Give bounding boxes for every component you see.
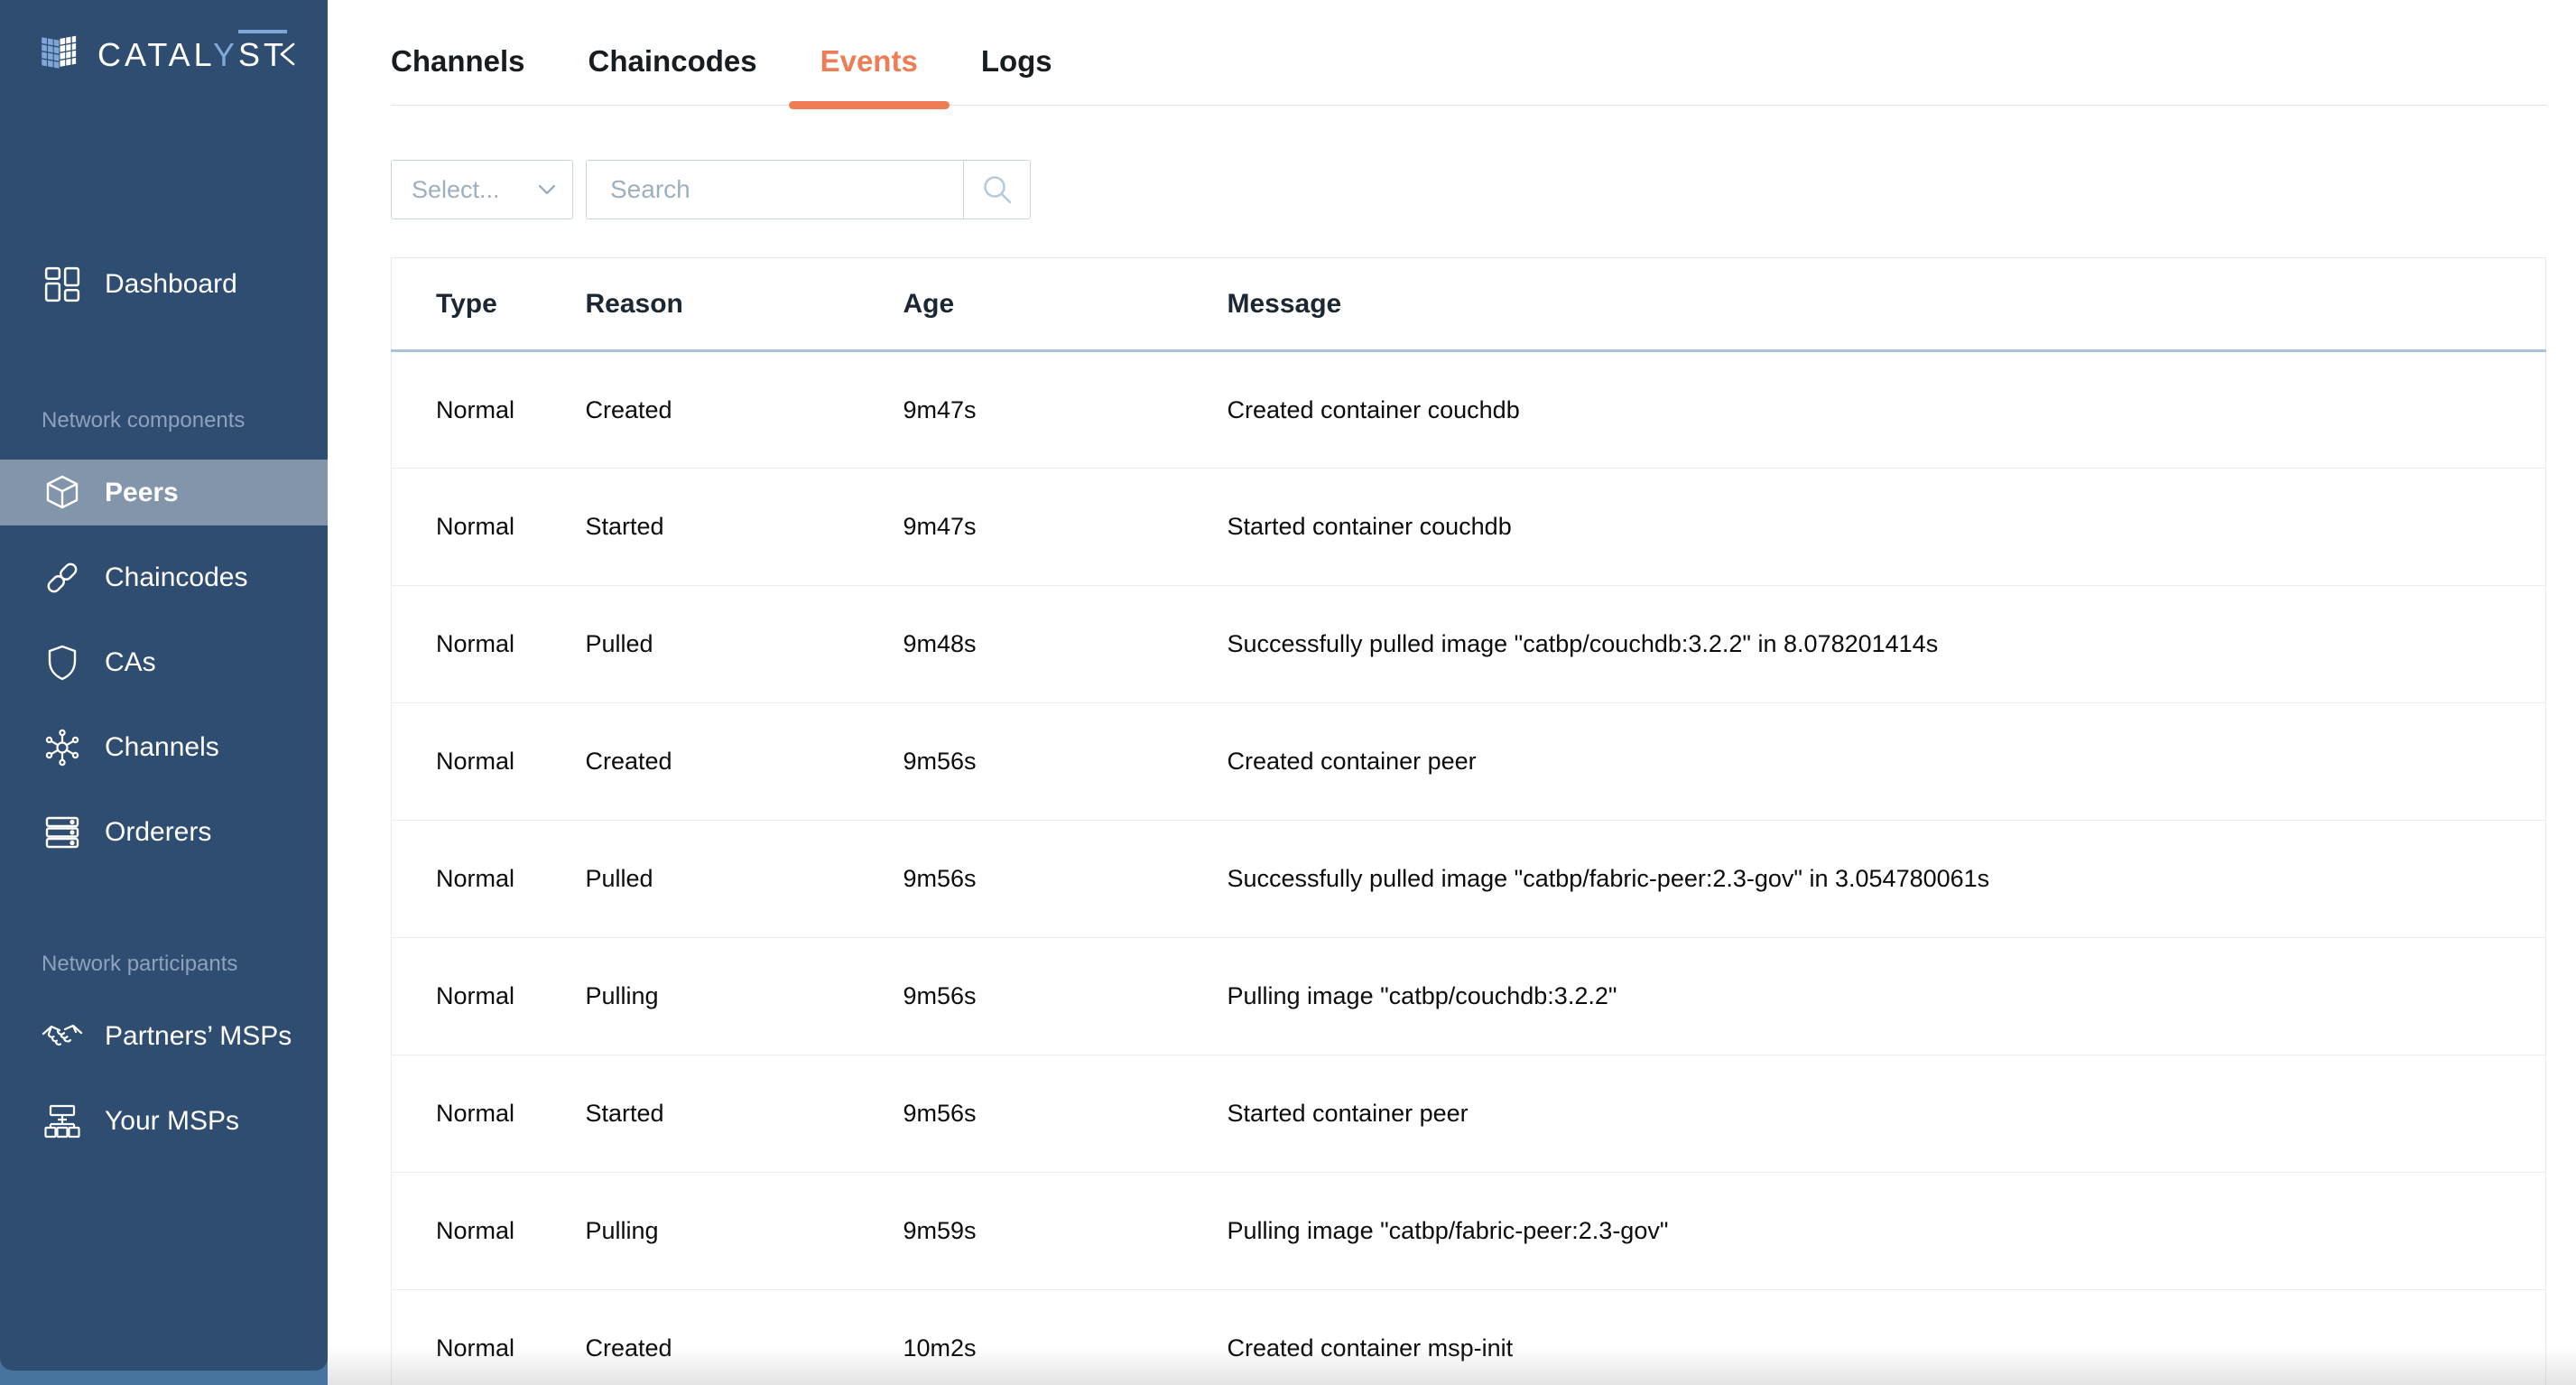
sidebar-item-your-msps[interactable]: Your MSPs bbox=[0, 1088, 328, 1154]
table-row: Normal Pulled 9m56s Successfully pulled … bbox=[391, 820, 2546, 938]
cell-type: Normal bbox=[391, 585, 542, 703]
cell-message: Pulling image "catbp/couchdb:3.2.2" bbox=[1182, 937, 2546, 1055]
cell-reason: Pulled bbox=[541, 820, 859, 938]
dashboard-icon bbox=[42, 264, 83, 305]
tab-events[interactable]: Events bbox=[788, 42, 950, 109]
sidebar-item-peers[interactable]: Peers bbox=[0, 460, 328, 525]
shield-icon bbox=[42, 642, 83, 683]
sidebar-item-label: Channels bbox=[105, 731, 219, 762]
chevron-down-icon bbox=[538, 184, 556, 196]
cell-age: 9m48s bbox=[858, 585, 1183, 703]
column-header-age: Age bbox=[858, 257, 1183, 352]
table-row: Normal Started 9m56s Started container p… bbox=[391, 1055, 2546, 1173]
cell-age: 10m2s bbox=[858, 1289, 1183, 1385]
sidebar-panel: CATALYST Dashboard Network components Pe… bbox=[0, 0, 328, 1371]
sidebar-item-label: Orderers bbox=[105, 816, 212, 847]
column-header-type: Type bbox=[391, 257, 542, 352]
cell-type: Normal bbox=[391, 1289, 542, 1385]
sidebar-collapse-button[interactable] bbox=[272, 36, 304, 72]
cell-age: 9m56s bbox=[858, 702, 1183, 821]
sidebar-item-label: Peers bbox=[105, 477, 179, 507]
cell-reason: Started bbox=[541, 468, 859, 586]
tab-logs[interactable]: Logs bbox=[981, 42, 1052, 105]
cube-icon bbox=[42, 472, 83, 514]
select-placeholder: Select... bbox=[412, 175, 500, 203]
sidebar-item-partners-msps[interactable]: Partners’ MSPs bbox=[0, 1003, 328, 1069]
cube-grid-logo-icon bbox=[38, 31, 83, 79]
sidebar-section-network-components: Network components bbox=[42, 408, 246, 432]
cell-age: 9m47s bbox=[858, 468, 1183, 586]
chevron-left-icon bbox=[276, 39, 300, 70]
cell-message: Pulling image "catbp/fabric-peer:2.3-gov… bbox=[1182, 1172, 2546, 1290]
column-header-message: Message bbox=[1182, 257, 2546, 352]
tab-channels[interactable]: Channels bbox=[391, 42, 525, 105]
sidebar-item-orderers[interactable]: Orderers bbox=[0, 799, 328, 865]
sidebar: CATALYST Dashboard Network components Pe… bbox=[0, 0, 328, 1385]
events-table: Type Reason Age Message Normal Created 9… bbox=[391, 257, 2546, 1385]
sidebar-item-label: CAs bbox=[105, 646, 156, 677]
sidebar-item-label: Partners’ MSPs bbox=[105, 1020, 292, 1051]
type-select[interactable]: Select... bbox=[391, 160, 573, 219]
sidebar-section-network-participants: Network participants bbox=[42, 952, 238, 976]
table-header-row: Type Reason Age Message bbox=[391, 257, 2546, 352]
sidebar-item-label: Your MSPs bbox=[105, 1105, 239, 1136]
sidebar-item-cas[interactable]: CAs bbox=[0, 629, 328, 695]
cell-reason: Pulled bbox=[541, 585, 859, 703]
cell-message: Created container couchdb bbox=[1182, 350, 2546, 469]
search-icon bbox=[981, 173, 1014, 206]
search-box bbox=[586, 160, 1031, 219]
sidebar-item-dashboard[interactable]: Dashboard bbox=[0, 251, 328, 317]
cell-age: 9m56s bbox=[858, 937, 1183, 1055]
cell-message: Started container peer bbox=[1182, 1055, 2546, 1173]
cell-reason: Created bbox=[541, 1289, 859, 1385]
cell-message: Created container peer bbox=[1182, 702, 2546, 821]
main-content: Channels Chaincodes Events Logs Select..… bbox=[328, 0, 2576, 1385]
cell-reason: Created bbox=[541, 702, 859, 821]
cell-message: Created container msp-init bbox=[1182, 1289, 2546, 1385]
cell-reason: Started bbox=[541, 1055, 859, 1173]
cell-age: 9m47s bbox=[858, 350, 1183, 469]
sidebar-item-label: Dashboard bbox=[105, 268, 237, 299]
table-row: Normal Pulling 9m59s Pulling image "catb… bbox=[391, 1172, 2546, 1290]
sidebar-item-label: Chaincodes bbox=[105, 562, 248, 592]
sidebar-item-channels[interactable]: Channels bbox=[0, 714, 328, 780]
table-row: Normal Created 9m47s Created container c… bbox=[391, 350, 2546, 469]
org-chart-icon bbox=[42, 1101, 83, 1142]
sidebar-item-chaincodes[interactable]: Chaincodes bbox=[0, 544, 328, 610]
cell-reason: Created bbox=[541, 350, 859, 469]
cell-type: Normal bbox=[391, 937, 542, 1055]
handshake-icon bbox=[42, 1016, 83, 1057]
search-input[interactable] bbox=[587, 161, 963, 218]
cell-type: Normal bbox=[391, 350, 542, 469]
column-header-reason: Reason bbox=[541, 257, 859, 352]
table-row: Normal Started 9m47s Started container c… bbox=[391, 468, 2546, 586]
table-row: Normal Created 9m56s Created container p… bbox=[391, 702, 2546, 821]
filter-row: Select... bbox=[391, 160, 2546, 219]
brand-name: CATALYST bbox=[97, 30, 288, 74]
tab-chaincodes[interactable]: Chaincodes bbox=[588, 42, 757, 105]
cell-age: 9m56s bbox=[858, 820, 1183, 938]
table-row: Normal Created 10m2s Created container m… bbox=[391, 1289, 2546, 1385]
cell-type: Normal bbox=[391, 820, 542, 938]
table-row: Normal Pulled 9m48s Successfully pulled … bbox=[391, 585, 2546, 703]
table-row: Normal Pulling 9m56s Pulling image "catb… bbox=[391, 937, 2546, 1055]
network-hub-icon bbox=[42, 727, 83, 768]
server-stack-icon bbox=[42, 812, 83, 853]
search-button[interactable] bbox=[963, 161, 1030, 218]
cell-age: 9m59s bbox=[858, 1172, 1183, 1290]
cell-type: Normal bbox=[391, 1172, 542, 1290]
cell-reason: Pulling bbox=[541, 937, 859, 1055]
cell-type: Normal bbox=[391, 468, 542, 586]
cell-reason: Pulling bbox=[541, 1172, 859, 1290]
cell-type: Normal bbox=[391, 1055, 542, 1173]
cell-message: Started container couchdb bbox=[1182, 468, 2546, 586]
link-icon bbox=[42, 557, 83, 599]
cell-message: Successfully pulled image "catbp/fabric-… bbox=[1182, 820, 2546, 938]
tab-bar: Channels Chaincodes Events Logs bbox=[391, 0, 2546, 109]
cell-age: 9m56s bbox=[858, 1055, 1183, 1173]
cell-message: Successfully pulled image "catbp/couchdb… bbox=[1182, 585, 2546, 703]
cell-type: Normal bbox=[391, 702, 542, 821]
